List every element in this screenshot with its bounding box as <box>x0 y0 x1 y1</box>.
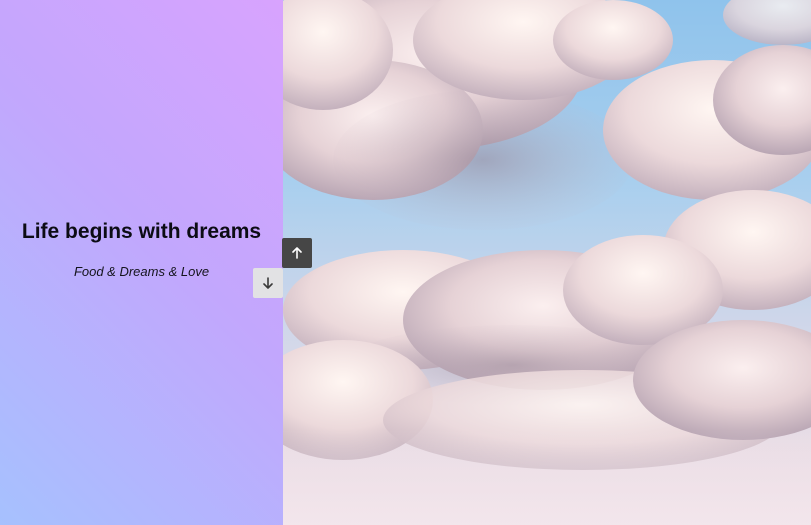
page-title: Life begins with dreams <box>21 220 262 243</box>
page-subtitle: Food & Dreams & Love <box>73 264 210 279</box>
hero-text-panel: Life begins with dreams Food & Dreams & … <box>0 0 283 525</box>
arrow-down-icon <box>263 277 273 289</box>
arrow-up-icon <box>292 247 302 259</box>
scroll-down-button[interactable] <box>253 268 283 298</box>
sky-clouds-image <box>283 0 811 525</box>
scroll-up-button[interactable] <box>282 238 312 268</box>
fullpage-section: Life begins with dreams Food & Dreams & … <box>0 0 811 525</box>
clouds-illustration <box>283 0 811 525</box>
